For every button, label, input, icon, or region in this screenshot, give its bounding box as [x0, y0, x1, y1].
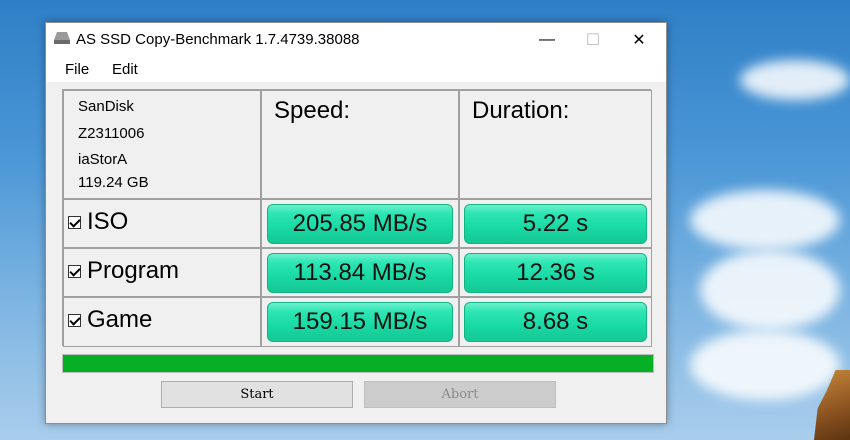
results-grid: SanDisk Z2311006 iaStorA 119.24 GB Speed…	[62, 89, 652, 347]
window-title: AS SSD Copy-Benchmark 1.7.4739.38088	[76, 31, 360, 48]
benchmark-window: AS SSD Copy-Benchmark 1.7.4739.38088 — ☐…	[45, 22, 667, 424]
program-duration-result: 12.36 s	[464, 253, 647, 293]
close-button[interactable]: ✕	[616, 23, 662, 56]
menu-edit[interactable]: Edit	[112, 61, 138, 78]
drive-app-icon	[54, 32, 70, 44]
iso-speed-result: 205.85 MB/s	[267, 204, 453, 244]
program-speed-result: 113.84 MB/s	[267, 253, 453, 293]
desktop-cloud	[690, 190, 840, 250]
row-game-label[interactable]: Game	[68, 306, 152, 334]
iso-duration-result: 5.22 s	[464, 204, 647, 244]
desktop-cloud	[740, 60, 850, 100]
desktop-cloud	[690, 330, 840, 400]
iso-checkbox[interactable]	[68, 215, 81, 229]
drive-model: SanDisk	[78, 98, 134, 115]
progress-fill	[63, 355, 653, 372]
drive-driver: iaStorA	[78, 151, 128, 168]
duration-header: Duration:	[472, 97, 570, 124]
row-label-cell: ISO	[63, 199, 261, 248]
game-duration-result: 8.68 s	[464, 302, 647, 342]
title-bar[interactable]: AS SSD Copy-Benchmark 1.7.4739.38088 — ☐…	[46, 23, 666, 56]
start-button[interactable]: Start	[161, 381, 353, 408]
row-program-label[interactable]: Program	[68, 257, 179, 285]
abort-button[interactable]: Abort	[364, 381, 556, 408]
menu-file[interactable]: File	[65, 61, 89, 78]
row-label-text: ISO	[87, 208, 129, 235]
game-checkbox[interactable]	[68, 313, 81, 327]
row-label-cell: Game	[63, 297, 261, 347]
drive-info-panel: SanDisk Z2311006 iaStorA 119.24 GB	[63, 90, 261, 199]
desktop-cloud	[700, 250, 840, 330]
game-speed-result: 159.15 MB/s	[267, 302, 453, 342]
row-label-text: Program	[87, 257, 180, 284]
row-iso-label[interactable]: ISO	[68, 208, 128, 236]
speed-header: Speed:	[274, 97, 351, 124]
drive-capacity: 119.24 GB	[78, 174, 149, 191]
duration-header-cell: Duration:	[459, 90, 652, 199]
row-label-cell: Program	[63, 248, 261, 297]
menu-bar: File Edit	[46, 56, 666, 82]
speed-header-cell: Speed:	[261, 90, 459, 199]
maximize-button[interactable]: ☐	[570, 23, 616, 56]
drive-firmware: Z2311006	[78, 125, 145, 142]
minimize-button[interactable]: —	[524, 23, 570, 56]
progress-bar	[62, 354, 654, 373]
row-label-text: Game	[87, 306, 153, 333]
program-checkbox[interactable]	[68, 264, 81, 278]
